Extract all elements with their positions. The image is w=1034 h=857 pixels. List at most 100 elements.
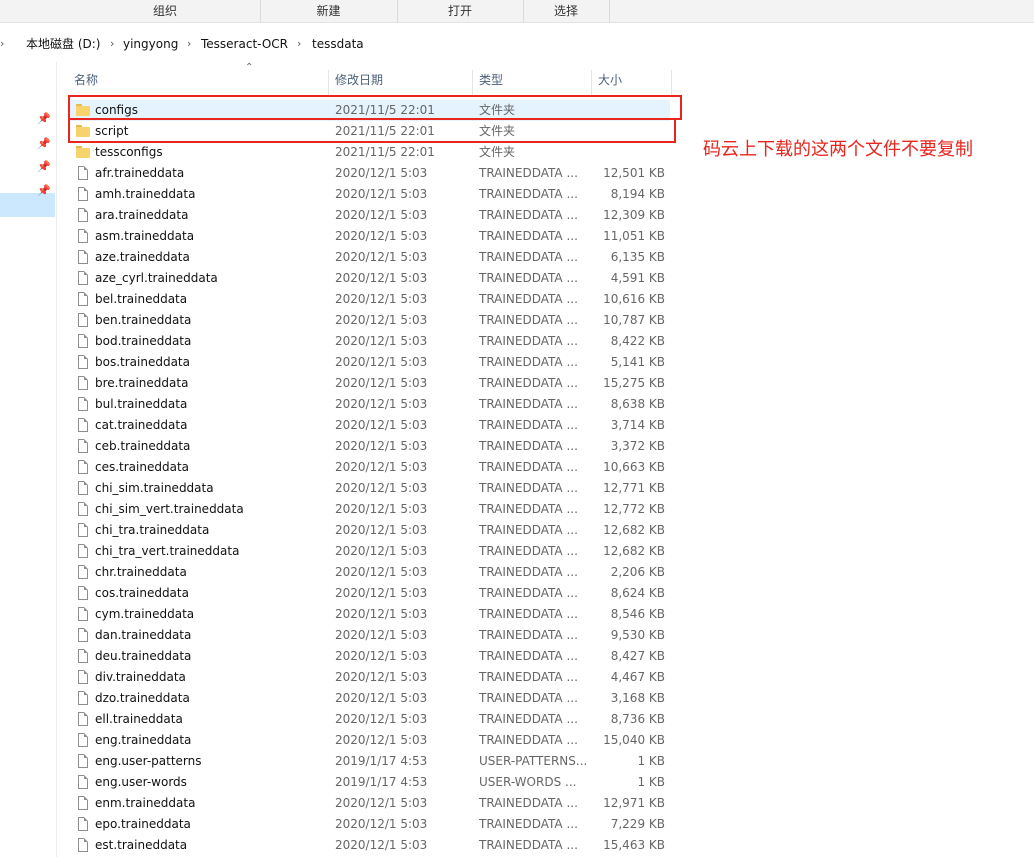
file-name: bos.traineddata [95,355,190,369]
file-row[interactable]: dzo.traineddata 2020/12/1 5:03 TRAINEDDATA… [70,688,670,709]
file-name: bre.traineddata [95,376,189,390]
file-row[interactable]: chi_tra_vert.traineddata 2020/12/1 5:03 TR… [70,541,670,562]
file-date: 2020/12/1 5:03 [335,586,428,600]
file-row[interactable]: ceb.traineddata 2020/12/1 5:03 TRAINEDDATA… [70,436,670,457]
file-icon [78,838,88,852]
file-row[interactable]: amh.traineddata 2020/12/1 5:03 TRAINEDDATA… [70,184,670,205]
file-name: ara.traineddata [95,208,189,222]
folder-row[interactable]: tessconfigs 2021/11/5 22:01 文件夹 [70,142,670,163]
file-size: 8,638 KB [610,397,665,411]
file-row[interactable]: deu.traineddata 2020/12/1 5:03 TRAINEDDATA… [70,646,670,667]
file-date: 2020/12/1 5:03 [335,250,428,264]
navigation-pane: 📌 📌 📌 📌 [0,62,57,857]
file-row[interactable]: cym.traineddata 2020/12/1 5:03 TRAINEDDATA… [70,604,670,625]
file-row[interactable]: est.traineddata 2020/12/1 5:03 TRAINEDDATA… [70,835,670,856]
file-type: TRAINEDDATA ... [479,460,578,474]
file-type: USER-WORDS ... [479,775,577,789]
breadcrumb-tesseract-ocr[interactable]: Tesseract-OCR [201,30,288,58]
file-date: 2020/12/1 5:03 [335,376,428,390]
file-row[interactable]: bul.traineddata 2020/12/1 5:03 TRAINEDDATA… [70,394,670,415]
file-row[interactable]: eng.traineddata 2020/12/1 5:03 TRAINEDDATA… [70,730,670,751]
file-size: 8,624 KB [610,586,665,600]
ribbon-group-select[interactable]: 选择 [523,0,610,22]
file-row[interactable]: ces.traineddata 2020/12/1 5:03 TRAINEDDATA… [70,457,670,478]
file-icon [78,250,88,264]
file-row[interactable]: cos.traineddata 2020/12/1 5:03 TRAINEDDATA… [70,583,670,604]
file-row[interactable]: chr.traineddata 2020/12/1 5:03 TRAINEDDATA… [70,562,670,583]
file-row[interactable]: eng.user-patterns 2019/1/17 4:53 USER-PATT… [70,751,670,772]
file-name: bul.traineddata [95,397,188,411]
file-row[interactable]: aze_cyrl.traineddata 2020/12/1 5:03 TRAINE… [70,268,670,289]
file-name: dzo.traineddata [95,691,190,705]
file-name: chr.traineddata [95,565,187,579]
file-row[interactable]: ara.traineddata 2020/12/1 5:03 TRAINEDDATA… [70,205,670,226]
file-type: TRAINEDDATA ... [479,838,578,852]
file-row[interactable]: chi_sim_vert.traineddata 2020/12/1 5:03 TR… [70,499,670,520]
file-name: ceb.traineddata [95,439,191,453]
file-icon [78,292,88,306]
file-row[interactable]: enm.traineddata 2020/12/1 5:03 TRAINEDDATA… [70,793,670,814]
file-date: 2020/12/1 5:03 [335,397,428,411]
ribbon-group-new[interactable]: 新建 [260,0,398,22]
highlight-box-script [68,118,676,143]
folder-icon [76,146,90,158]
ribbon-group-organize[interactable]: 组织 [70,0,261,22]
file-size: 15,040 KB [603,733,665,747]
file-date: 2019/1/17 4:53 [335,754,428,768]
file-type: TRAINEDDATA ... [479,376,578,390]
file-name: ces.traineddata [95,460,190,474]
file-name: amh.traineddata [95,187,196,201]
file-row[interactable]: bod.traineddata 2020/12/1 5:03 TRAINEDDATA… [70,331,670,352]
breadcrumb-yingyong[interactable]: yingyong [123,30,178,58]
file-name: asm.traineddata [95,229,195,243]
file-size: 11,051 KB [603,229,665,243]
file-row[interactable]: div.traineddata 2020/12/1 5:03 TRAINEDDATA… [70,667,670,688]
file-row[interactable]: chi_tra.traineddata 2020/12/1 5:03 TRAINED… [70,520,670,541]
file-date: 2020/12/1 5:03 [335,187,428,201]
file-type: TRAINEDDATA ... [479,187,578,201]
file-size: 8,546 KB [610,607,665,621]
file-size: 4,467 KB [610,670,665,684]
address-bar[interactable]: › 本地磁盘 (D:) › yingyong › Tesseract-OCR ›… [0,30,1034,58]
ribbon-group-open[interactable]: 打开 [397,0,524,22]
file-size: 8,422 KB [610,334,665,348]
file-row[interactable]: cat.traineddata 2020/12/1 5:03 TRAINEDDATA… [70,415,670,436]
file-date: 2020/12/1 5:03 [335,481,428,495]
file-row[interactable]: ell.traineddata 2020/12/1 5:03 TRAINEDDATA… [70,709,670,730]
file-row[interactable]: bre.traineddata 2020/12/1 5:03 TRAINEDDATA… [70,373,670,394]
file-type: TRAINEDDATA ... [479,502,578,516]
file-row[interactable]: ben.traineddata 2020/12/1 5:03 TRAINEDDATA… [70,310,670,331]
pin-icon: 📌 [37,184,51,197]
breadcrumb-tessdata[interactable]: tessdata [312,30,364,58]
file-row[interactable]: chi_sim.traineddata 2020/12/1 5:03 TRAINED… [70,478,670,499]
file-date: 2020/12/1 5:03 [335,796,428,810]
file-size: 8,194 KB [610,187,665,201]
file-row[interactable]: eng.user-words 2019/1/17 4:53 USER-WORDS .… [70,772,670,793]
pin-icon: 📌 [37,137,51,150]
file-type: TRAINEDDATA ... [479,544,578,558]
file-icon [78,166,88,180]
file-row[interactable]: dan.traineddata 2020/12/1 5:03 TRAINEDDATA… [70,625,670,646]
file-type: TRAINEDDATA ... [479,313,578,327]
file-name: tessconfigs [95,145,163,159]
file-row[interactable]: epo.traineddata 2020/12/1 5:03 TRAINEDDATA… [70,814,670,835]
file-icon [78,649,88,663]
file-row[interactable]: aze.traineddata 2020/12/1 5:03 TRAINEDDATA… [70,247,670,268]
file-size: 2,206 KB [610,565,665,579]
column-header-size[interactable]: 大小 [592,70,672,96]
breadcrumb-local-disk[interactable]: 本地磁盘 (D:) [26,30,100,58]
column-header-type[interactable]: 类型 [473,70,592,96]
file-row[interactable]: afr.traineddata 2020/12/1 5:03 TRAINEDDATA… [70,163,670,184]
file-row[interactable]: asm.traineddata 2020/12/1 5:03 TRAINEDDATA… [70,226,670,247]
file-size: 3,168 KB [610,691,665,705]
file-date: 2020/12/1 5:03 [335,523,428,537]
file-row[interactable]: bos.traineddata 2020/12/1 5:03 TRAINEDDATA… [70,352,670,373]
file-type: TRAINEDDATA ... [479,523,578,537]
file-date: 2020/12/1 5:03 [335,733,428,747]
column-header-name[interactable]: 名称 [68,70,329,96]
breadcrumb-separator: › [187,37,192,50]
file-type: TRAINEDDATA ... [479,439,578,453]
file-row[interactable]: bel.traineddata 2020/12/1 5:03 TRAINEDDATA… [70,289,670,310]
file-date: 2020/12/1 5:03 [335,460,428,474]
column-header-date[interactable]: 修改日期 [329,70,473,96]
